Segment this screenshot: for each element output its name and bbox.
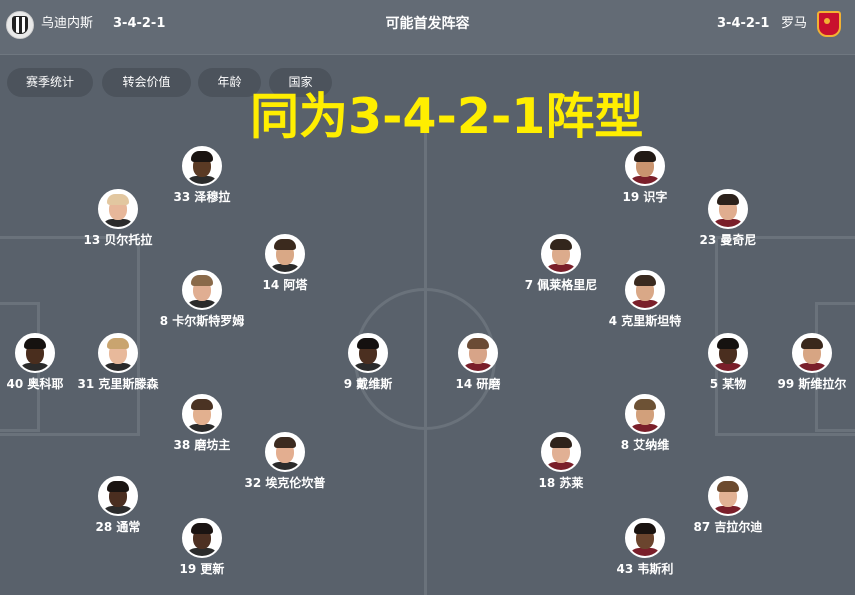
away-team-name[interactable]: 罗马 xyxy=(781,15,807,33)
player-avatar[interactable] xyxy=(708,476,748,516)
player-name-label: 9 戴维斯 xyxy=(343,377,393,391)
player-name-label: 19 更新 xyxy=(179,562,225,576)
player-avatar[interactable] xyxy=(625,518,665,558)
formation-caption: 同为3-4-2-1阵型 xyxy=(250,88,644,145)
player-avatar[interactable] xyxy=(458,333,498,373)
home-player-card[interactable]: 31 克里斯滕森 xyxy=(58,333,178,392)
player-avatar[interactable] xyxy=(265,234,305,274)
player-avatar[interactable] xyxy=(265,432,305,472)
away-player-card[interactable]: 4 克里斯坦特 xyxy=(585,270,705,329)
player-avatar[interactable] xyxy=(792,333,832,373)
player-avatar[interactable] xyxy=(182,270,222,310)
player-name-label: 31 克里斯滕森 xyxy=(77,377,159,391)
home-player-card[interactable]: 9 戴维斯 xyxy=(308,333,428,392)
away-player-card[interactable]: 18 苏莱 xyxy=(501,432,621,491)
player-avatar[interactable] xyxy=(98,333,138,373)
home-player-card[interactable]: 13 贝尔托拉 xyxy=(58,189,178,248)
player-avatar[interactable] xyxy=(182,394,222,434)
player-avatar[interactable] xyxy=(98,189,138,229)
player-name-label: 14 研磨 xyxy=(455,377,501,391)
player-avatar[interactable] xyxy=(708,189,748,229)
away-formation: 3-4-2-1 xyxy=(717,16,770,31)
player-name-label: 43 韦斯利 xyxy=(616,562,674,576)
player-avatar[interactable] xyxy=(15,333,55,373)
away-player-card[interactable]: 23 曼奇尼 xyxy=(668,189,788,248)
player-avatar[interactable] xyxy=(708,333,748,373)
player-name-label: 23 曼奇尼 xyxy=(699,233,757,247)
player-name-label: 18 苏莱 xyxy=(538,476,584,490)
tab-transfer-value[interactable]: 转会价值 xyxy=(102,68,191,97)
player-avatar[interactable] xyxy=(182,146,222,186)
home-player-card[interactable]: 8 卡尔斯特罗姆 xyxy=(142,270,262,329)
player-name-label: 4 克里斯坦特 xyxy=(608,314,682,328)
away-player-card[interactable]: 43 韦斯利 xyxy=(585,518,705,577)
player-avatar[interactable] xyxy=(541,432,581,472)
tab-season-stats[interactable]: 赛季统计 xyxy=(7,68,93,97)
player-avatar[interactable] xyxy=(98,476,138,516)
player-name-label: 8 卡尔斯特罗姆 xyxy=(159,314,245,328)
player-avatar[interactable] xyxy=(541,234,581,274)
player-avatar[interactable] xyxy=(182,518,222,558)
player-name-label: 13 贝尔托拉 xyxy=(83,233,153,247)
match-header: 乌迪内斯 3-4-2-1 可能首发阵容 3-4-2-1 罗马 xyxy=(0,0,855,55)
player-avatar[interactable] xyxy=(348,333,388,373)
player-name-label: 99 斯维拉尔 xyxy=(777,377,847,391)
roma-crest-icon[interactable] xyxy=(816,11,842,37)
player-name-label: 32 埃克伦坎普 xyxy=(244,476,326,490)
away-player-card[interactable]: 99 斯维拉尔 xyxy=(752,333,855,392)
away-player-card[interactable]: 14 研磨 xyxy=(418,333,538,392)
player-avatar[interactable] xyxy=(625,394,665,434)
player-avatar[interactable] xyxy=(625,270,665,310)
home-player-card[interactable]: 19 更新 xyxy=(142,518,262,577)
player-avatar[interactable] xyxy=(625,146,665,186)
home-player-card[interactable]: 32 埃克伦坎普 xyxy=(225,432,345,491)
